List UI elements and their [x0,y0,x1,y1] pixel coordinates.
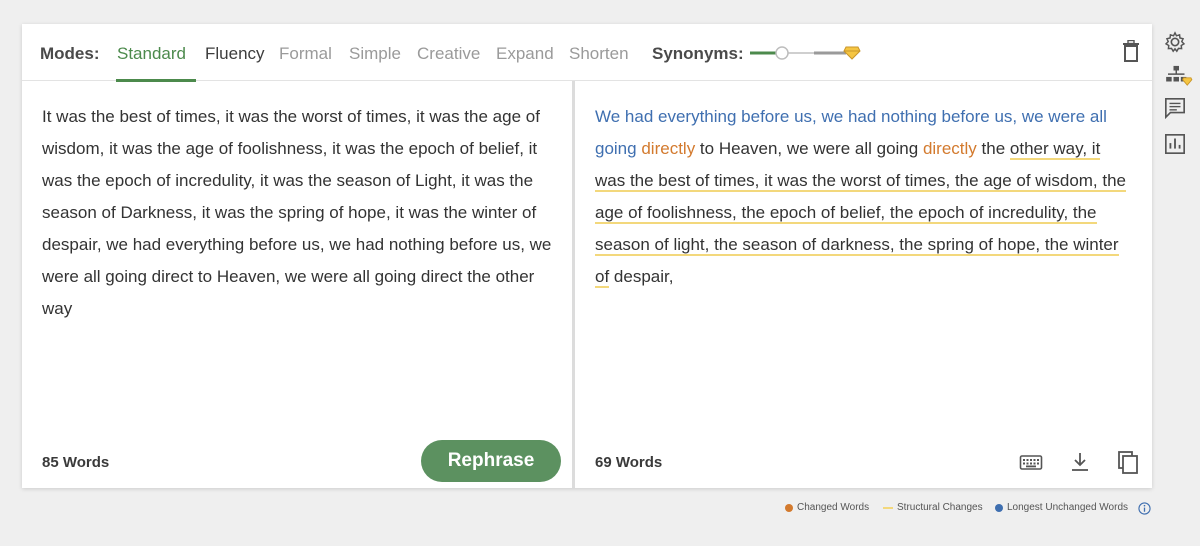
mode-creative[interactable]: Creative [417,44,480,64]
diamond-icon [843,46,861,60]
keyboard-icon[interactable] [1019,450,1043,474]
unchanged-dot [995,503,1003,512]
synonyms-slider[interactable] [748,44,863,62]
legend-changed: Changed Words [785,502,869,513]
mode-formal[interactable]: Formal [279,44,332,64]
legend-structural: Structural Changes [883,502,983,513]
slider-handle[interactable] [775,46,789,60]
input-text[interactable]: It was the best of times, it was the wor… [42,101,552,325]
output-text[interactable]: We had everything before us, we had noth… [595,101,1135,293]
stats-icon[interactable] [1164,133,1186,155]
info-icon[interactable] [1138,502,1151,515]
panel-divider[interactable] [572,81,575,488]
paraphraser-card: Modes: Standard Fluency Formal Simple Cr… [22,24,1152,488]
changed-word[interactable]: directly [923,139,977,158]
mode-simple[interactable]: Simple [349,44,401,64]
input-word-count: 85 Words [42,454,110,471]
download-icon[interactable] [1068,450,1092,474]
gear-icon[interactable] [1164,31,1186,53]
modes-label: Modes: [40,44,100,63]
rephrase-button[interactable]: Rephrase [421,440,561,482]
structural-dash [883,506,893,509]
active-mode-indicator [116,79,196,82]
output-segment: to Heaven, we were all going [695,139,923,158]
mode-expand[interactable]: Expand [496,44,554,64]
synonyms-label: Synonyms: [652,44,744,63]
output-segment: despair, [609,267,674,286]
mode-standard[interactable]: Standard [117,44,186,64]
legend-unchanged-label: Longest Unchanged Words [1007,502,1129,513]
trash-icon[interactable] [1121,40,1141,62]
output-segment: the [976,139,1010,158]
output-word-count: 69 Words [595,454,663,471]
diamond-icon [1182,77,1193,86]
changed-word[interactable]: directly [641,139,695,158]
legend-unchanged: Longest Unchanged Words [995,502,1128,513]
mode-shorten[interactable]: Shorten [569,44,629,64]
structural-change: other way, it was the best of times, it … [595,139,1127,288]
legend-changed-label: Changed Words [797,502,870,513]
modes-bar: Modes: Standard Fluency Formal Simple Cr… [22,24,1152,82]
changed-dot [785,503,793,512]
mode-fluency[interactable]: Fluency [205,44,265,64]
legend-structural-label: Structural Changes [897,502,983,513]
compare-icon[interactable] [1164,65,1194,87]
comment-icon[interactable] [1164,97,1186,119]
copy-icon[interactable] [1116,450,1140,474]
